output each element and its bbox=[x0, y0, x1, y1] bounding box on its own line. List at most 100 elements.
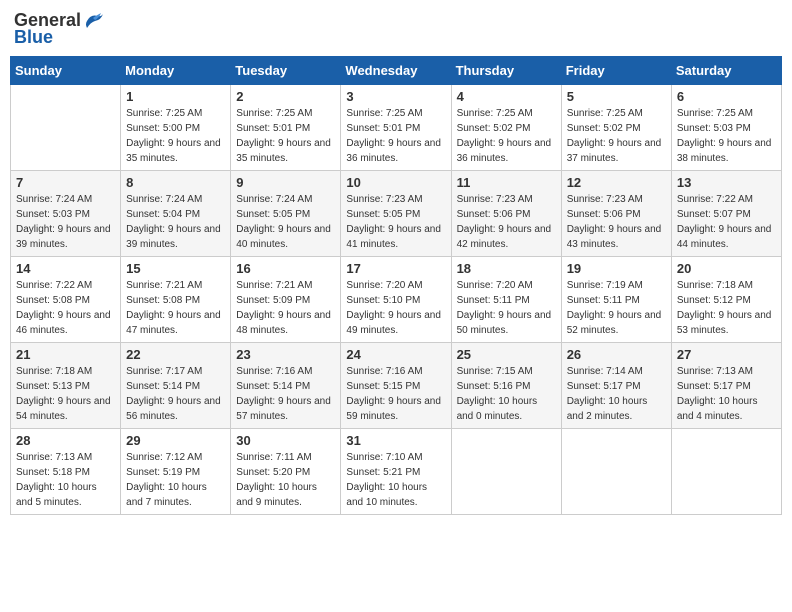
day-number: 2 bbox=[236, 89, 335, 104]
day-number: 9 bbox=[236, 175, 335, 190]
calendar-table: SundayMondayTuesdayWednesdayThursdayFrid… bbox=[10, 56, 782, 515]
weekday-header-monday: Monday bbox=[121, 57, 231, 85]
day-info: Sunrise: 7:25 AMSunset: 5:01 PMDaylight:… bbox=[346, 106, 445, 166]
day-info: Sunrise: 7:20 AMSunset: 5:10 PMDaylight:… bbox=[346, 278, 445, 338]
sunset-text: Sunset: 5:16 PM bbox=[457, 379, 556, 394]
sunset-text: Sunset: 5:06 PM bbox=[457, 207, 556, 222]
page-header: General Blue bbox=[10, 10, 782, 48]
day-info: Sunrise: 7:12 AMSunset: 5:19 PMDaylight:… bbox=[126, 450, 225, 510]
sunset-text: Sunset: 5:02 PM bbox=[457, 121, 556, 136]
day-number: 21 bbox=[16, 347, 115, 362]
sunset-text: Sunset: 5:19 PM bbox=[126, 465, 225, 480]
day-number: 18 bbox=[457, 261, 556, 276]
calendar-cell: 18 Sunrise: 7:20 AMSunset: 5:11 PMDayligh… bbox=[451, 257, 561, 343]
calendar-cell: 3Sunrise: 7:25 AMSunset: 5:01 PMDaylight… bbox=[341, 85, 451, 171]
sunrise-text: Sunrise: 7:25 AM bbox=[567, 106, 666, 121]
day-number: 5 bbox=[567, 89, 666, 104]
day-number: 24 bbox=[346, 347, 445, 362]
sunrise-text: Sunrise: 7:14 AM bbox=[567, 364, 666, 379]
sunset-text: Sunset: 5:14 PM bbox=[126, 379, 225, 394]
sunrise-text: Sunrise: 7:12 AM bbox=[126, 450, 225, 465]
daylight-text: Daylight: 10 hours and 0 minutes. bbox=[457, 394, 556, 424]
day-info: Sunrise: 7:18 AMSunset: 5:13 PMDaylight:… bbox=[16, 364, 115, 424]
sunset-text: Sunset: 5:08 PM bbox=[126, 293, 225, 308]
day-info: Sunrise: 7:15 AMSunset: 5:16 PMDaylight:… bbox=[457, 364, 556, 424]
sunrise-text: Sunrise: 7:22 AM bbox=[16, 278, 115, 293]
daylight-text: Daylight: 9 hours and 36 minutes. bbox=[346, 136, 445, 166]
sunrise-text: Sunrise: 7:13 AM bbox=[16, 450, 115, 465]
sunrise-text: Sunrise: 7:24 AM bbox=[236, 192, 335, 207]
daylight-text: Daylight: 9 hours and 38 minutes. bbox=[677, 136, 776, 166]
daylight-text: Daylight: 10 hours and 7 minutes. bbox=[126, 480, 225, 510]
day-info: Sunrise: 7:18 AMSunset: 5:12 PMDaylight:… bbox=[677, 278, 776, 338]
sunset-text: Sunset: 5:12 PM bbox=[677, 293, 776, 308]
sunset-text: Sunset: 5:02 PM bbox=[567, 121, 666, 136]
calendar-cell: 19 Sunrise: 7:19 AMSunset: 5:11 PMDayligh… bbox=[561, 257, 671, 343]
day-number: 4 bbox=[457, 89, 556, 104]
day-number: 11 bbox=[457, 175, 556, 190]
day-info: Sunrise: 7:13 AMSunset: 5:17 PMDaylight:… bbox=[677, 364, 776, 424]
weekday-header-wednesday: Wednesday bbox=[341, 57, 451, 85]
calendar-cell bbox=[11, 85, 121, 171]
day-number: 26 bbox=[567, 347, 666, 362]
day-info: Sunrise: 7:21 AMSunset: 5:09 PMDaylight:… bbox=[236, 278, 335, 338]
day-info: Sunrise: 7:20 AMSunset: 5:11 PMDaylight:… bbox=[457, 278, 556, 338]
day-info: Sunrise: 7:19 AMSunset: 5:11 PMDaylight:… bbox=[567, 278, 666, 338]
sunrise-text: Sunrise: 7:17 AM bbox=[126, 364, 225, 379]
daylight-text: Daylight: 9 hours and 36 minutes. bbox=[457, 136, 556, 166]
day-number: 19 bbox=[567, 261, 666, 276]
sunrise-text: Sunrise: 7:23 AM bbox=[457, 192, 556, 207]
daylight-text: Daylight: 9 hours and 44 minutes. bbox=[677, 222, 776, 252]
day-number: 8 bbox=[126, 175, 225, 190]
sunrise-text: Sunrise: 7:23 AM bbox=[567, 192, 666, 207]
day-number: 7 bbox=[16, 175, 115, 190]
sunset-text: Sunset: 5:10 PM bbox=[346, 293, 445, 308]
day-number: 27 bbox=[677, 347, 776, 362]
daylight-text: Daylight: 9 hours and 37 minutes. bbox=[567, 136, 666, 166]
daylight-text: Daylight: 9 hours and 43 minutes. bbox=[567, 222, 666, 252]
daylight-text: Daylight: 9 hours and 41 minutes. bbox=[346, 222, 445, 252]
calendar-week-2: 7Sunrise: 7:24 AMSunset: 5:03 PMDaylight… bbox=[11, 171, 782, 257]
day-info: Sunrise: 7:24 AMSunset: 5:04 PMDaylight:… bbox=[126, 192, 225, 252]
calendar-cell: 13Sunrise: 7:22 AMSunset: 5:07 PMDayligh… bbox=[671, 171, 781, 257]
calendar-cell: 27 Sunrise: 7:13 AMSunset: 5:17 PMDayligh… bbox=[671, 343, 781, 429]
sunrise-text: Sunrise: 7:15 AM bbox=[457, 364, 556, 379]
sunset-text: Sunset: 5:03 PM bbox=[677, 121, 776, 136]
calendar-cell: 5 Sunrise: 7:25 AMSunset: 5:02 PMDaylight… bbox=[561, 85, 671, 171]
calendar-week-5: 28Sunrise: 7:13 AMSunset: 5:18 PMDayligh… bbox=[11, 429, 782, 515]
sunrise-text: Sunrise: 7:25 AM bbox=[457, 106, 556, 121]
day-info: Sunrise: 7:25 AMSunset: 5:00 PMDaylight:… bbox=[126, 106, 225, 166]
day-number: 28 bbox=[16, 433, 115, 448]
sunset-text: Sunset: 5:06 PM bbox=[567, 207, 666, 222]
daylight-text: Daylight: 10 hours and 2 minutes. bbox=[567, 394, 666, 424]
sunset-text: Sunset: 5:00 PM bbox=[126, 121, 225, 136]
sunset-text: Sunset: 5:08 PM bbox=[16, 293, 115, 308]
calendar-cell: 8 Sunrise: 7:24 AMSunset: 5:04 PMDaylight… bbox=[121, 171, 231, 257]
daylight-text: Daylight: 9 hours and 59 minutes. bbox=[346, 394, 445, 424]
calendar-cell: 22Sunrise: 7:17 AMSunset: 5:14 PMDayligh… bbox=[121, 343, 231, 429]
day-info: Sunrise: 7:25 AMSunset: 5:03 PMDaylight:… bbox=[677, 106, 776, 166]
sunset-text: Sunset: 5:13 PM bbox=[16, 379, 115, 394]
day-number: 17 bbox=[346, 261, 445, 276]
sunrise-text: Sunrise: 7:20 AM bbox=[457, 278, 556, 293]
sunrise-text: Sunrise: 7:13 AM bbox=[677, 364, 776, 379]
calendar-cell: 30Sunrise: 7:11 AMSunset: 5:20 PMDayligh… bbox=[231, 429, 341, 515]
day-number: 30 bbox=[236, 433, 335, 448]
sunset-text: Sunset: 5:17 PM bbox=[677, 379, 776, 394]
sunrise-text: Sunrise: 7:24 AM bbox=[16, 192, 115, 207]
sunset-text: Sunset: 5:11 PM bbox=[457, 293, 556, 308]
daylight-text: Daylight: 9 hours and 57 minutes. bbox=[236, 394, 335, 424]
day-number: 20 bbox=[677, 261, 776, 276]
calendar-cell: 24Sunrise: 7:16 AMSunset: 5:15 PMDayligh… bbox=[341, 343, 451, 429]
sunset-text: Sunset: 5:04 PM bbox=[126, 207, 225, 222]
day-number: 16 bbox=[236, 261, 335, 276]
sunrise-text: Sunrise: 7:11 AM bbox=[236, 450, 335, 465]
calendar-cell: 7Sunrise: 7:24 AMSunset: 5:03 PMDaylight… bbox=[11, 171, 121, 257]
calendar-cell: 10Sunrise: 7:23 AMSunset: 5:05 PMDayligh… bbox=[341, 171, 451, 257]
calendar-cell: 14Sunrise: 7:22 AMSunset: 5:08 PMDayligh… bbox=[11, 257, 121, 343]
daylight-text: Daylight: 10 hours and 5 minutes. bbox=[16, 480, 115, 510]
daylight-text: Daylight: 9 hours and 52 minutes. bbox=[567, 308, 666, 338]
day-number: 31 bbox=[346, 433, 445, 448]
sunrise-text: Sunrise: 7:24 AM bbox=[126, 192, 225, 207]
sunset-text: Sunset: 5:09 PM bbox=[236, 293, 335, 308]
